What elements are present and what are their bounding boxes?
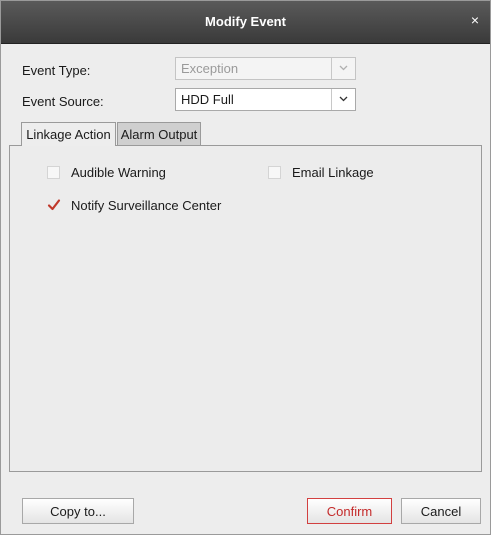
event-source-select[interactable]: HDD Full [175,88,356,111]
notify-surveillance-center-label: Notify Surveillance Center [71,198,222,213]
chevron-down-icon [331,58,355,79]
event-type-select: Exception [175,57,356,80]
event-source-value: HDD Full [181,92,234,107]
audible-warning-label: Audible Warning [71,165,166,180]
dialog-titlebar[interactable]: Modify Event × [1,1,490,44]
event-type-value: Exception [181,61,239,76]
dialog-title: Modify Event [205,14,286,29]
checkmark-icon[interactable] [47,198,61,215]
linkage-action-panel: Audible Warning Email Linkage Notify Sur… [9,145,482,472]
tab-alarm-output[interactable]: Alarm Output [117,122,201,145]
copy-to-button[interactable]: Copy to... [22,498,134,524]
checkbox-box[interactable] [47,166,60,179]
email-linkage-label: Email Linkage [292,165,374,180]
confirm-button[interactable]: Confirm [307,498,392,524]
event-type-label: Event Type: [22,63,91,78]
event-source-label: Event Source: [22,94,104,109]
close-icon[interactable]: × [468,12,482,30]
tab-linkage-action[interactable]: Linkage Action [21,122,116,146]
modify-event-dialog: Modify Event × Event Type: Exception Eve… [0,0,491,535]
cancel-button[interactable]: Cancel [401,498,481,524]
chevron-down-icon[interactable] [331,89,355,110]
checkbox-box[interactable] [268,166,281,179]
